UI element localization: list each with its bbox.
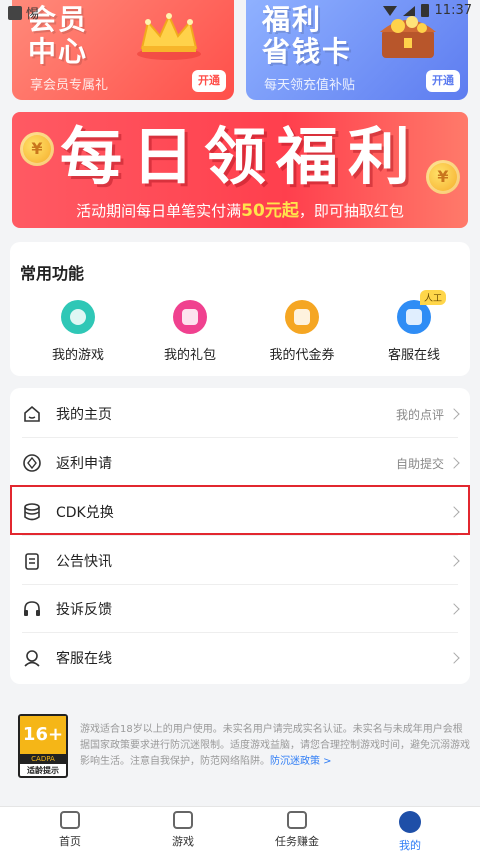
saving-card-subtitle: 每天领充值补贴 <box>264 78 356 93</box>
battery-icon <box>420 4 429 17</box>
func-label: 我的礼包 <box>163 348 216 363</box>
common-functions-card: 常用功能 我的游戏 我的礼包 我的代金券 客服在线 人工 <box>10 242 470 376</box>
vip-card-subtitle: 享会员专属礼 <box>30 78 109 93</box>
banner-highlight: 50元起 <box>241 201 299 221</box>
chevron-right-icon <box>448 555 460 567</box>
chevron-right-icon <box>448 408 460 420</box>
menu-item-announcements[interactable]: 公告快讯 <box>10 537 470 585</box>
menu-item-rebate[interactable]: 返利申请 自助提交 <box>10 439 470 487</box>
age-disclaimer: 16+ CADPA 适龄提示 游戏适合18岁以上的用户使用。未实名用户请完成实名… <box>18 714 470 780</box>
tab-label: 游戏 <box>172 835 194 848</box>
age-rating-badge: 16+ CADPA 适龄提示 <box>18 714 68 778</box>
signal-icon <box>402 5 415 16</box>
func-customer-service[interactable]: 客服在线 <box>364 300 464 363</box>
game-icon <box>61 300 95 334</box>
status-glyph: 惕 <box>26 7 40 22</box>
coupon-icon <box>285 300 319 334</box>
human-agent-badge: 人工 <box>420 290 447 305</box>
section-title: 常用功能 <box>20 264 85 283</box>
home-tab-icon <box>60 811 80 829</box>
chevron-right-icon <box>448 457 460 469</box>
menu-item-label: 我的主页 <box>56 407 112 423</box>
chevron-right-icon <box>448 603 460 615</box>
daily-welfare-banner[interactable]: ¥ ¥ 每日领福利 活动期间每日单笔实付满50元起，即可抽取红包 <box>12 112 468 228</box>
func-label: 客服在线 <box>387 348 440 363</box>
disclaimer-text: 游戏适合18岁以上的用户使用。未实名用户请完成实名认证。未实名与未成年用户会根据… <box>80 724 470 767</box>
menu-item-homepage[interactable]: 我的主页 我的点评 <box>10 390 470 438</box>
app-notification-icon <box>8 5 22 20</box>
service-icon <box>397 300 431 334</box>
vip-open-button[interactable]: 开通 <box>192 70 226 92</box>
tab-label: 任务赚金 <box>275 835 319 848</box>
headset-icon <box>24 601 40 616</box>
home-icon <box>24 405 40 422</box>
func-my-coupons[interactable]: 我的代金券 <box>252 300 352 363</box>
tab-me[interactable]: 我的 <box>370 811 450 853</box>
func-my-gifts[interactable]: 我的礼包 <box>140 300 240 363</box>
menu-item-label: 客服在线 <box>56 651 112 667</box>
status-right: 11:37 <box>382 3 472 18</box>
chevron-right-icon <box>448 652 460 664</box>
support-icon <box>24 650 40 667</box>
tab-label: 我的 <box>399 839 421 852</box>
banner-title: 每日领福利 <box>59 120 420 193</box>
status-bar: 惕 11:37 <box>0 0 480 22</box>
gift-icon <box>173 300 207 334</box>
wifi-icon <box>382 5 397 16</box>
user-icon <box>399 811 421 833</box>
tab-tasks[interactable]: 任务赚金 <box>257 811 337 849</box>
menu-item-feedback[interactable]: 投诉反馈 <box>10 585 470 633</box>
banner-subtitle: 活动期间每日单笔实付满50元起，即可抽取红包 <box>76 201 404 221</box>
menu-item-right-text: 我的点评 <box>395 407 444 422</box>
gamepad-icon <box>173 811 193 829</box>
menu-item-label: 公告快讯 <box>56 554 112 570</box>
money-bag-icon <box>287 811 307 829</box>
func-label: 我的代金券 <box>269 348 335 363</box>
bottom-tab-bar: 首页 游戏 任务赚金 我的 <box>0 806 480 854</box>
menu-item-customer-service[interactable]: 客服在线 <box>10 634 470 682</box>
rebate-icon <box>23 454 41 472</box>
status-time: 11:37 <box>434 3 472 18</box>
selection-highlight <box>10 485 470 535</box>
saving-open-button[interactable]: 开通 <box>426 70 460 92</box>
tab-home[interactable]: 首页 <box>30 811 110 849</box>
menu-item-label: 返利申请 <box>56 456 112 472</box>
menu-list: 我的主页 我的点评 返利申请 自助提交 CDK兑换 公告快讯 投诉反馈 客服在线 <box>10 388 470 684</box>
menu-item-right-text: 自助提交 <box>395 456 444 471</box>
menu-item-label: 投诉反馈 <box>56 602 112 618</box>
status-left: 惕 <box>8 3 39 22</box>
tab-games[interactable]: 游戏 <box>143 811 223 849</box>
func-label: 我的游戏 <box>51 348 104 363</box>
tab-label: 首页 <box>59 835 81 848</box>
anti-addiction-policy-link[interactable]: 防沉迷政策 > <box>270 756 332 767</box>
notice-icon <box>25 553 39 570</box>
func-my-games[interactable]: 我的游戏 <box>28 300 128 363</box>
